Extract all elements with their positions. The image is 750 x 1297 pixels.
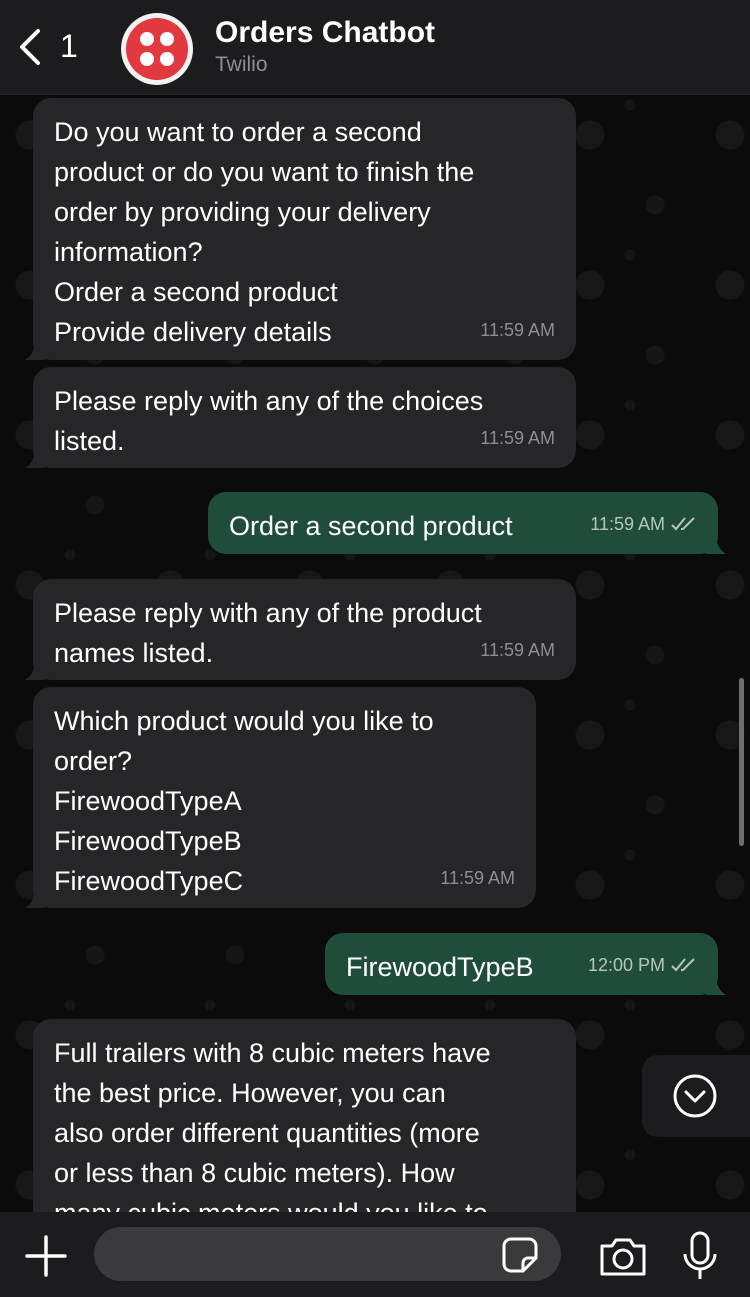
sticker-icon[interactable] [501, 1236, 539, 1274]
chevron-down-circle-icon [673, 1074, 717, 1118]
double-check-icon [671, 958, 695, 972]
message-list[interactable]: Do you want to order a second product or… [0, 95, 750, 1212]
scrollbar[interactable] [739, 678, 744, 846]
composer-bar [0, 1212, 750, 1297]
message-incoming[interactable]: Which product would you like to order? F… [25, 687, 536, 908]
message-input[interactable] [94, 1227, 561, 1281]
message-outgoing[interactable]: Order a second product 11:59 AM [208, 492, 726, 554]
message-time: 11:59 AM [480, 320, 555, 340]
message-time: 12:00 PM [587, 955, 665, 975]
message-time: 11:59 AM [480, 428, 555, 448]
avatar[interactable] [121, 13, 193, 85]
camera-icon[interactable] [598, 1234, 648, 1278]
double-check-icon [671, 517, 695, 531]
chat-subtitle: Twilio [215, 53, 268, 76]
message-outgoing[interactable]: FirewoodTypeB 12:00 PM [325, 933, 726, 995]
microphone-icon[interactable] [682, 1230, 718, 1282]
twilio-logo-icon [126, 18, 188, 80]
message-text: Full trailers with 8 cubic meters have t… [54, 1038, 491, 1212]
message-time: 11:59 AM [480, 640, 555, 660]
back-unread-count[interactable]: 1 [60, 28, 78, 65]
message-incoming[interactable]: Please reply with any of the choices lis… [25, 367, 576, 468]
message-time: 11:59 AM [590, 514, 665, 534]
plus-icon[interactable] [24, 1234, 68, 1278]
chevron-left-icon[interactable] [16, 27, 46, 67]
message-time: 11:59 AM [440, 868, 515, 888]
scroll-to-bottom-button[interactable] [642, 1055, 750, 1137]
chat-title[interactable]: Orders Chatbot [215, 16, 435, 50]
message-incoming[interactable]: Full trailers with 8 cubic meters have t… [33, 1019, 576, 1212]
chat-header: 1 Orders Chatbot Twilio [0, 0, 750, 95]
message-incoming[interactable]: Please reply with any of the product nam… [25, 579, 576, 680]
message-incoming[interactable]: Do you want to order a second product or… [25, 98, 576, 360]
